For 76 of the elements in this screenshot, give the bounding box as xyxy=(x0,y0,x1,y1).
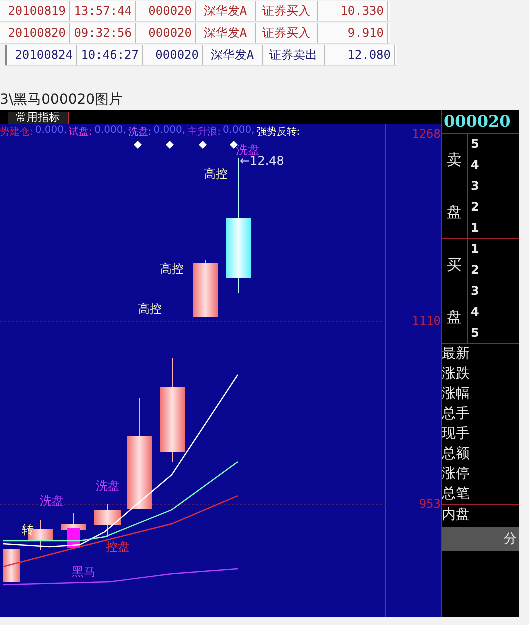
name-cell: 深华发A xyxy=(196,1,256,21)
diamond-marker xyxy=(199,141,207,149)
indicator-label: 洗盘: xyxy=(128,126,152,139)
signal-label: 洗盘 xyxy=(96,479,120,493)
signal-label: 洗盘 xyxy=(236,143,260,157)
trade-row[interactable]: 20100819 13:57:44 000020 深华发A 证券买入 10.330 xyxy=(0,1,390,22)
quote-field-label: 现手 xyxy=(442,425,471,444)
quote-tab[interactable]: 分 xyxy=(504,530,517,548)
level-number: 5 xyxy=(471,136,480,154)
quote-field-label: 内盘 xyxy=(442,507,470,523)
quote-field-label: 总额 xyxy=(442,445,471,464)
time-cell: 09:32:56 xyxy=(70,23,136,43)
quote-field-label: 总笔 xyxy=(442,485,471,504)
level-number: 2 xyxy=(471,198,480,216)
level-number: 3 xyxy=(471,282,480,300)
action-cell: 证券买入 xyxy=(256,1,318,21)
date-cell: 20100824 xyxy=(7,45,77,65)
quote-field-label: 涨停 xyxy=(442,465,471,484)
level-number: 4 xyxy=(471,304,480,321)
level-number: 5 xyxy=(471,324,480,342)
buy-label: 买盘 xyxy=(442,239,468,343)
level-number: 1 xyxy=(471,241,480,258)
signal-label: 黑马 xyxy=(72,565,96,579)
indicator-value: 0.000, xyxy=(35,125,68,138)
price-cell: 10.330 xyxy=(318,1,388,21)
indicator-label: 主升浪: xyxy=(188,126,221,139)
indicator-tab[interactable]: 常用指标 xyxy=(8,112,69,124)
quote-field-label: 最新 xyxy=(442,345,471,364)
indicator-label: 势建仓: xyxy=(0,126,34,139)
signal-label: 控盘 xyxy=(106,540,130,554)
price-cell: 12.080 xyxy=(325,45,395,65)
code-cell: 000020 xyxy=(136,23,196,43)
trade-row[interactable]: 20100824 10:46:27 000020 深华发A 证券卖出 12.080 xyxy=(5,45,397,66)
sell-label: 卖盘 xyxy=(442,134,468,238)
time-cell: 10:46:27 xyxy=(77,45,143,65)
signal-label: 高控 xyxy=(160,262,184,276)
quote-field-label: 涨幅 xyxy=(442,385,471,404)
candlestick xyxy=(61,512,86,548)
diamond-marker xyxy=(134,141,142,149)
price-cell: 9.910 xyxy=(318,23,388,43)
diamond-marker xyxy=(230,141,238,149)
candlestick xyxy=(94,504,121,538)
indicator-value: 0.000, xyxy=(154,125,186,138)
signal-label: 高控 xyxy=(204,167,228,181)
time-cell: 13:57:44 xyxy=(70,1,136,21)
stock-code: 000020 xyxy=(442,110,519,134)
indicator-label: 试盘: xyxy=(69,126,93,139)
level-number: 2 xyxy=(471,262,480,280)
name-cell: 深华发A xyxy=(203,45,263,65)
name-cell: 深华发A xyxy=(196,23,256,43)
signal-label: 转 xyxy=(22,523,34,537)
signal-label: 高控 xyxy=(138,302,162,316)
image-title: 3\黑马000020图片 xyxy=(0,91,124,110)
indicator-label: 强势反转: xyxy=(256,126,300,139)
price-label: 1110 xyxy=(411,315,441,328)
level-number: 4 xyxy=(471,157,480,174)
code-cell: 000020 xyxy=(143,45,203,65)
candlestick xyxy=(193,260,218,318)
diamond-marker xyxy=(166,141,174,149)
level-number: 1 xyxy=(471,220,480,237)
quote-field-label: 涨跌 xyxy=(442,365,471,384)
level-number: 3 xyxy=(471,178,480,195)
action-cell: 证券卖出 xyxy=(263,45,325,65)
indicator-value: 0.000, xyxy=(94,125,126,138)
date-cell: 20100819 xyxy=(0,1,70,21)
date-cell: 20100820 xyxy=(0,23,70,43)
trade-row[interactable]: 20100820 09:32:56 000020 深华发A 证券买入 9.910 xyxy=(0,23,390,44)
action-cell: 证券买入 xyxy=(256,23,318,43)
price-label: 953 xyxy=(418,498,441,511)
indicator-value: 0.000, xyxy=(222,125,255,138)
signal-label: ←12.48 xyxy=(240,154,284,168)
signal-label: 洗盘 xyxy=(40,494,64,508)
candlestick xyxy=(3,548,20,582)
price-label: 1268 xyxy=(411,128,441,141)
code-cell: 000020 xyxy=(136,1,196,21)
quote-field-label: 总手 xyxy=(442,405,471,424)
